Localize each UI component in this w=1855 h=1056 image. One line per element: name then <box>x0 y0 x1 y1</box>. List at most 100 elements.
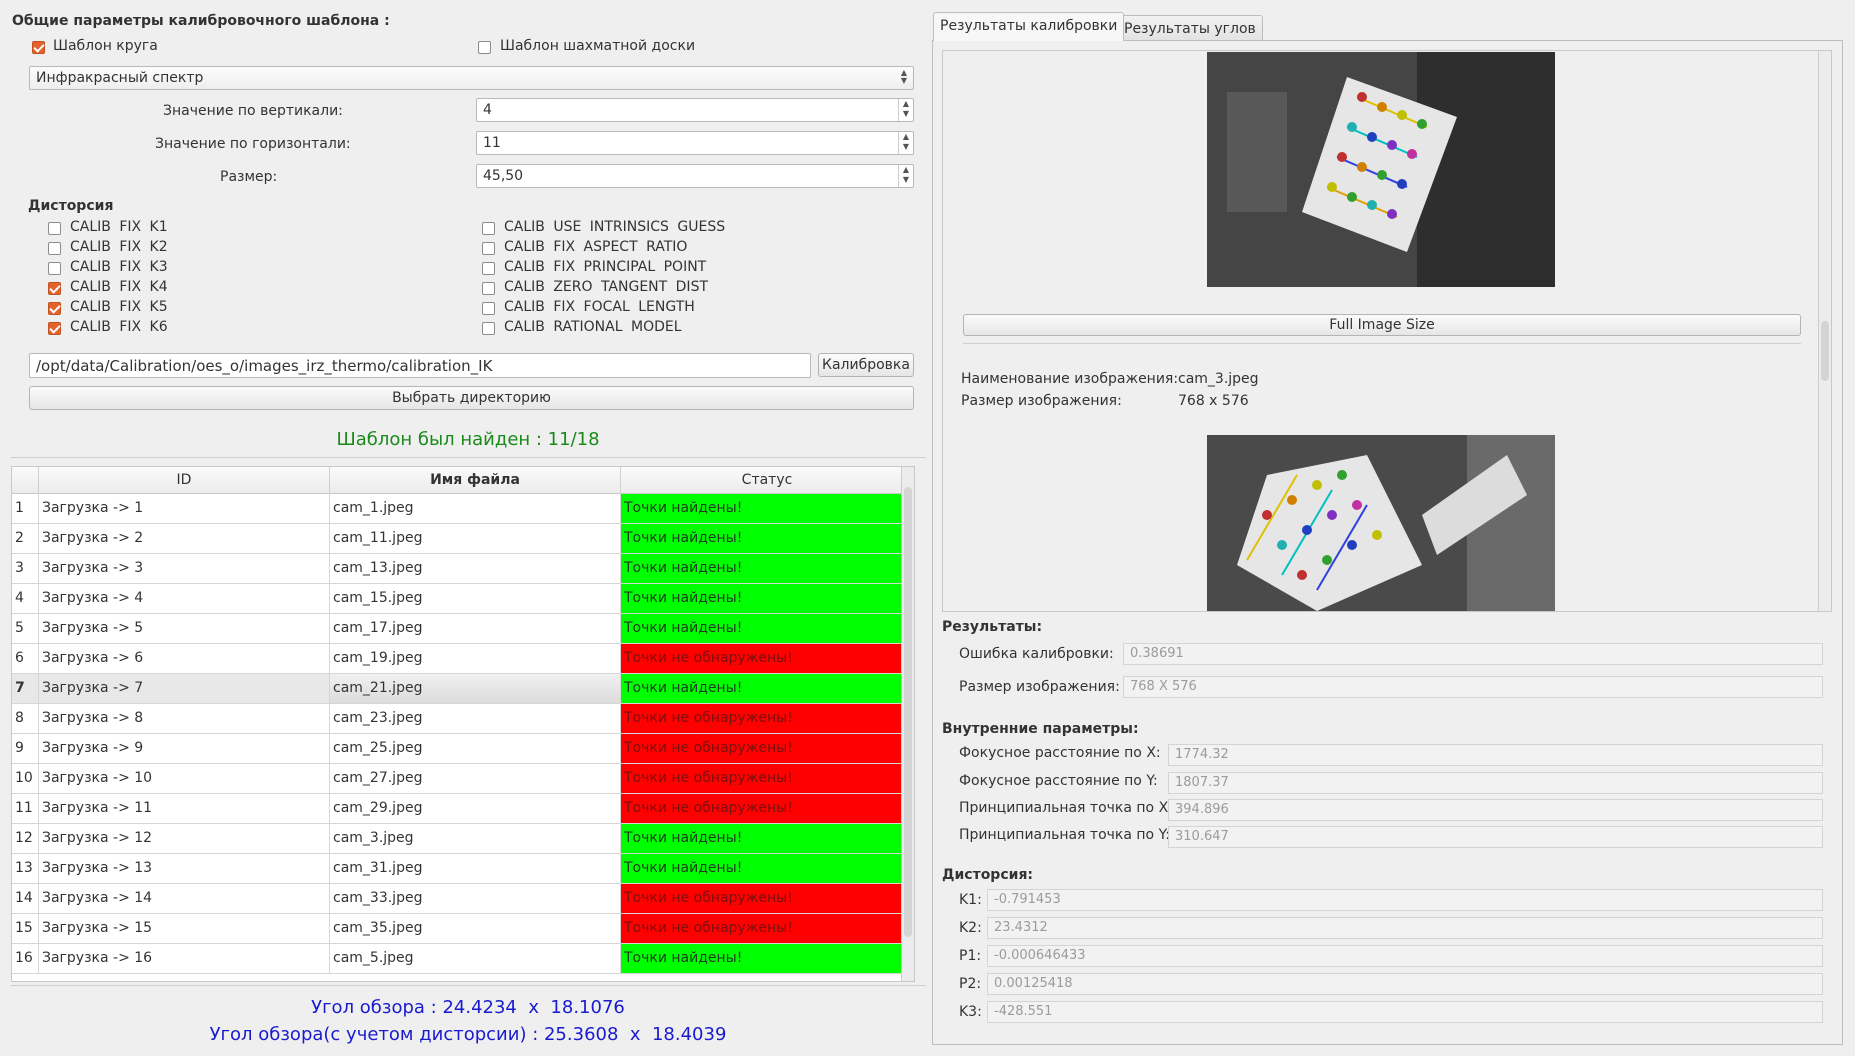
scrollbar-thumb[interactable] <box>904 487 912 937</box>
horizontal-spinbox[interactable]: 11 ▲ ▼ <box>476 131 914 155</box>
horizontal-label: Значение по горизонтали: <box>155 136 351 152</box>
row-status-cell: Точки найдены! <box>621 554 902 583</box>
p2-field[interactable]: 0.00125418 <box>987 973 1823 995</box>
flag-fix-k2-checkbox[interactable] <box>48 242 61 255</box>
table-row[interactable]: 12 Загрузка -> 12 cam_3.jpeg Точки найдены! <box>12 824 912 854</box>
flag-fix-k3-checkbox[interactable] <box>48 262 61 275</box>
results-title: Результаты: <box>942 619 1043 635</box>
table-row[interactable]: 10 Загрузка -> 10 cam_27.jpeg Точки не обна… <box>12 764 912 794</box>
table-row[interactable]: 11 Загрузка -> 11 cam_29.jpeg Точки не обна… <box>12 794 912 824</box>
scrollbar-thumb[interactable] <box>1821 321 1829 381</box>
focal-y-field[interactable]: 1807.37 <box>1168 772 1823 794</box>
table-row[interactable]: 8 Загрузка -> 8 cam_23.jpeg Точки не обнару… <box>12 704 912 734</box>
k3-label: K3: <box>959 1004 982 1020</box>
row-filename-cell: cam_15.jpeg <box>330 584 621 613</box>
size-label: Размер: <box>220 169 278 185</box>
focal-x-label: Фокусное расстояние по X: <box>959 745 1161 761</box>
table-row[interactable]: 14 Загрузка -> 14 cam_33.jpeg Точки не обна… <box>12 884 912 914</box>
calibrate-button[interactable]: Калибровка <box>818 353 914 377</box>
flag-fix-focal-length-checkbox[interactable] <box>482 302 495 315</box>
row-status-cell: Точки не обнаружены! <box>621 794 902 823</box>
row-filename-cell: cam_31.jpeg <box>330 854 621 883</box>
table-row[interactable]: 6 Загрузка -> 6 cam_19.jpeg Точки не обнару… <box>12 644 912 674</box>
tab-calibration-results[interactable]: Результаты калибровки <box>933 12 1125 41</box>
table-row[interactable]: 13 Загрузка -> 13 cam_31.jpeg Точки найдены… <box>12 854 912 884</box>
row-id-cell: Загрузка -> 14 <box>39 884 330 913</box>
column-header-status[interactable]: Статус <box>621 467 914 494</box>
column-header-id[interactable]: ID <box>39 467 330 494</box>
principal-y-field[interactable]: 310.647 <box>1168 826 1823 848</box>
section-title: Общие параметры калибровочного шаблона : <box>12 13 390 29</box>
p2-label: P2: <box>959 976 982 992</box>
row-number-cell: 13 <box>12 854 39 883</box>
fov-distortion-text: Угол обзора(с учетом дисторсии) : 25.360… <box>209 1024 727 1045</box>
row-filename-cell: cam_29.jpeg <box>330 794 621 823</box>
row-filename-cell: cam_11.jpeg <box>330 524 621 553</box>
spin-arrows-icon[interactable]: ▲ ▼ <box>898 99 913 121</box>
image-area-scrollbar[interactable] <box>1818 51 1831 611</box>
principal-x-field[interactable]: 394.896 <box>1168 799 1823 821</box>
row-status-cell: Точки найдены! <box>621 494 902 523</box>
flag-use-intrinsics-guess-checkbox[interactable] <box>482 222 495 235</box>
table-row[interactable]: 1 Загрузка -> 1 cam_1.jpeg Точки найдены! <box>12 494 912 524</box>
table-row[interactable]: 5 Загрузка -> 5 cam_17.jpeg Точки найдены! <box>12 614 912 644</box>
corner-pattern-image <box>1207 435 1555 611</box>
path-input[interactable]: /opt/data/Calibration/oes_o/images_irz_t… <box>29 353 811 378</box>
calibration-error-field[interactable]: 0.38691 <box>1123 643 1823 665</box>
focal-x-field[interactable]: 1774.32 <box>1168 744 1823 766</box>
k2-field[interactable]: 23.4312 <box>987 917 1823 939</box>
flag-fix-k4-checkbox[interactable] <box>48 282 61 295</box>
flag-fix-focal-length-label: CALIB FIX FOCAL LENGTH <box>504 299 695 315</box>
k3-field[interactable]: -428.551 <box>987 1001 1823 1023</box>
flag-fix-aspect-ratio-checkbox[interactable] <box>482 242 495 255</box>
full-image-size-button[interactable]: Full Image Size <box>963 314 1801 336</box>
row-id-cell: Загрузка -> 6 <box>39 644 330 673</box>
row-filename-cell: cam_3.jpeg <box>330 824 621 853</box>
column-header-filename[interactable]: Имя файла <box>330 467 621 494</box>
row-status-cell: Точки не обнаружены! <box>621 884 902 913</box>
vertical-spinbox[interactable]: 4 ▲ ▼ <box>476 98 914 122</box>
divider <box>11 457 926 458</box>
size-spinbox[interactable]: 45,50 ▲ ▼ <box>476 164 914 188</box>
spin-arrows-icon[interactable]: ▲ ▼ <box>898 165 913 187</box>
row-filename-cell: cam_27.jpeg <box>330 764 621 793</box>
table-scrollbar[interactable] <box>901 467 914 981</box>
chess-template-checkbox[interactable] <box>478 41 491 54</box>
row-number-cell: 9 <box>12 734 39 763</box>
row-filename-cell: cam_5.jpeg <box>330 944 621 973</box>
row-number-cell: 14 <box>12 884 39 913</box>
intrinsic-title: Внутренние параметры: <box>942 721 1139 737</box>
k1-field[interactable]: -0.791453 <box>987 889 1823 911</box>
row-id-cell: Загрузка -> 11 <box>39 794 330 823</box>
tab-corner-results[interactable]: Результаты углов <box>1117 15 1263 41</box>
table-row[interactable]: 7 Загрузка -> 7 cam_21.jpeg Точки найдены! <box>12 674 912 704</box>
table-row[interactable]: 3 Загрузка -> 3 cam_13.jpeg Точки найдены! <box>12 554 912 584</box>
table-row[interactable]: 2 Загрузка -> 2 cam_11.jpeg Точки найдены! <box>12 524 912 554</box>
choose-directory-button[interactable]: Выбрать директорию <box>29 386 914 410</box>
p1-field[interactable]: -0.000646433 <box>987 945 1823 967</box>
row-status-cell: Точки не обнаружены! <box>621 764 902 793</box>
table-row[interactable]: 4 Загрузка -> 4 cam_15.jpeg Точки найдены! <box>12 584 912 614</box>
flag-fix-principal-point-checkbox[interactable] <box>482 262 495 275</box>
row-number-cell: 11 <box>12 794 39 823</box>
flag-fix-k1-checkbox[interactable] <box>48 222 61 235</box>
flag-rational-model-checkbox[interactable] <box>482 322 495 335</box>
circle-template-checkbox[interactable] <box>32 41 45 54</box>
flag-fix-k5-checkbox[interactable] <box>48 302 61 315</box>
horizontal-value: 11 <box>483 135 501 151</box>
row-number-cell: 1 <box>12 494 39 523</box>
select-arrows-icon: ▲ ▼ <box>900 68 907 85</box>
spin-arrows-icon[interactable]: ▲ ▼ <box>898 132 913 154</box>
table-row[interactable]: 9 Загрузка -> 9 cam_25.jpeg Точки не обнару… <box>12 734 912 764</box>
result-image-size-field[interactable]: 768 X 576 <box>1123 676 1823 698</box>
row-id-cell: Загрузка -> 15 <box>39 914 330 943</box>
distortion-title: Дисторсия <box>28 198 114 214</box>
row-filename-cell: cam_17.jpeg <box>330 614 621 643</box>
table-row[interactable]: 16 Загрузка -> 16 cam_5.jpeg Точки найдены! <box>12 944 912 974</box>
table-row[interactable]: 15 Загрузка -> 15 cam_35.jpeg Точки не обна… <box>12 914 912 944</box>
row-status-cell: Точки найдены! <box>621 854 902 883</box>
flag-zero-tangent-dist-checkbox[interactable] <box>482 282 495 295</box>
flag-fix-k6-checkbox[interactable] <box>48 322 61 335</box>
row-id-cell: Загрузка -> 7 <box>39 674 330 703</box>
spectrum-select[interactable]: Инфракрасный спектр ▲ ▼ <box>29 66 914 90</box>
